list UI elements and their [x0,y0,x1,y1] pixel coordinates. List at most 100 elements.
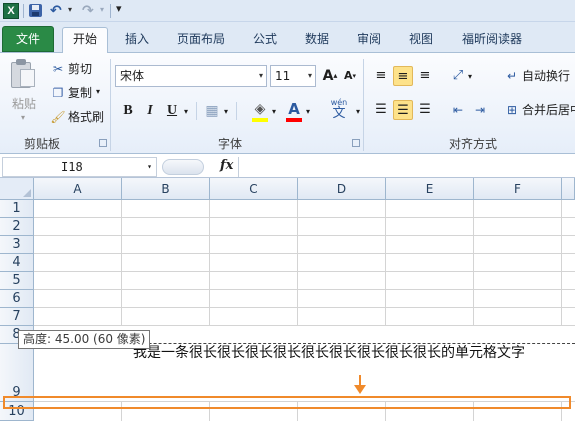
row-header-9[interactable]: 9 [0,344,34,402]
increase-indent-icon[interactable]: ⇥ [470,100,490,120]
gridline [297,200,298,326]
column-header-b[interactable]: B [122,178,210,200]
column-header-e[interactable]: E [386,178,474,200]
column-header-a[interactable]: A [34,178,122,200]
align-center-icon[interactable]: ☰ [393,100,413,120]
copy-dropdown-icon[interactable]: ▾ [96,87,100,96]
toolbar-divider [23,4,24,18]
worksheet-grid[interactable]: A B C D E F 1 2 3 4 5 6 7 8 9 10 我是一条很长很… [0,178,575,421]
tab-formulas[interactable]: 公式 [242,28,288,53]
row-header-2[interactable]: 2 [0,218,34,236]
gridline [385,200,386,326]
row-header-6[interactable]: 6 [0,290,34,308]
ribbon-tabs: 文件 开始 插入 页面布局 公式 数据 审阅 视图 福昕阅读器 [0,22,575,53]
font-size-select[interactable]: 11 ▾ [270,65,316,87]
orientation-icon[interactable]: ⤢ [448,66,468,86]
select-all-button[interactable] [0,178,34,200]
decrease-indent-icon[interactable]: ⇤ [448,100,468,120]
paste-dropdown-icon[interactable]: ▾ [21,113,25,122]
tab-home[interactable]: 开始 [62,27,108,53]
chevron-down-icon[interactable]: ▾ [147,158,152,176]
align-right-icon[interactable]: ☰ [415,100,435,120]
phonetic-dropdown-icon[interactable]: ▾ [356,107,360,116]
font-name-select[interactable]: 宋体 ▾ [115,65,267,87]
arrow-down-icon [354,385,366,394]
chevron-down-icon: ▾ [307,71,312,80]
border-icon[interactable]: ▦ [202,101,222,121]
align-top-icon[interactable]: ≡ [371,66,391,86]
gridline [34,235,575,236]
row-height-tooltip: 高度: 45.00 (60 像素) [18,330,151,349]
group-divider [110,59,111,151]
redo-icon[interactable]: ↷ [82,3,98,19]
redo-dropdown-icon[interactable]: ▾ [100,5,104,14]
tab-review[interactable]: 审阅 [346,28,392,53]
column-header-f[interactable]: F [474,178,562,200]
clipboard-launcher-icon[interactable] [99,139,107,147]
tab-data[interactable]: 数据 [294,28,340,53]
undo-dropdown-icon[interactable]: ▾ [68,5,72,14]
quick-access-toolbar: X ↶ ▾ ↷ ▾ ▾ [0,0,575,22]
border-dropdown-icon[interactable]: ▾ [224,107,228,116]
gridline [34,253,575,254]
gridline [561,200,562,326]
underline-dropdown-icon[interactable]: ▾ [184,107,188,116]
gridline [34,271,575,272]
clipboard-group-label: 剪贴板 [24,137,61,151]
name-box-resize-handle[interactable] [162,159,204,175]
font-color-button[interactable]: A [284,99,304,119]
column-header-c[interactable]: C [210,178,298,200]
row-header-7[interactable]: 7 [0,308,34,326]
tab-foxit-reader[interactable]: 福昕阅读器 [450,28,534,53]
ribbon: 粘贴 ▾ ✂ 剪切 ❐ 复制 ▾ 🖌 格式刷 剪贴板 宋体 ▾ 11 ▾ A▴ … [0,53,575,154]
font-group-label: 字体 [218,137,243,151]
paste-button[interactable]: 粘贴 [12,95,36,112]
gridline [34,289,575,290]
orientation-dropdown-icon[interactable]: ▾ [468,72,472,81]
tab-view[interactable]: 视图 [398,28,444,53]
save-icon[interactable] [28,3,44,19]
bold-button[interactable]: B [118,101,138,121]
shrink-font-button[interactable]: A▾ [340,66,360,86]
group-divider [196,102,197,120]
formula-input[interactable] [238,157,575,177]
paste-icon[interactable] [11,59,37,89]
tab-insert[interactable]: 插入 [114,28,160,53]
grow-font-button[interactable]: A▴ [320,66,340,86]
column-header-d[interactable]: D [298,178,386,200]
gridline [209,200,210,326]
column-header-g[interactable] [562,178,575,200]
underline-button[interactable]: U [162,101,182,121]
excel-app-icon[interactable]: X [3,3,19,19]
gridline [34,325,575,326]
group-divider [236,102,237,120]
align-bottom-icon[interactable]: ≡ [415,66,435,86]
merge-cells-icon: ⊞ [506,103,518,117]
fill-color-icon[interactable]: ◈ [250,99,270,119]
row-header-5[interactable]: 5 [0,272,34,290]
row-header-4[interactable]: 4 [0,254,34,272]
gridline [473,200,474,326]
fill-color-swatch [252,118,268,122]
fill-color-dropdown-icon[interactable]: ▾ [272,107,276,116]
copy-icon: ❐ [52,86,64,100]
gridline [34,217,575,218]
font-color-dropdown-icon[interactable]: ▾ [306,107,310,116]
font-launcher-icon[interactable] [352,139,360,147]
font-color-swatch [286,118,302,122]
insert-function-button[interactable]: fx [220,158,233,173]
italic-button[interactable]: I [140,101,160,121]
formula-bar: I18 ▾ fx [0,156,575,178]
align-middle-icon[interactable]: ≡ [393,66,413,86]
row-header-1[interactable]: 1 [0,200,34,218]
tab-file[interactable]: 文件 [2,26,54,52]
phonetic-button[interactable]: wén 文 [324,98,354,122]
gridline [121,200,122,326]
undo-icon[interactable]: ↶ [50,3,66,19]
chevron-down-icon: ▾ [258,71,263,80]
tab-page-layout[interactable]: 页面布局 [166,28,236,53]
align-left-icon[interactable]: ☰ [371,100,391,120]
customize-icon[interactable]: ▾ [116,2,132,18]
row-header-3[interactable]: 3 [0,236,34,254]
name-box[interactable]: I18 ▾ [2,157,157,177]
